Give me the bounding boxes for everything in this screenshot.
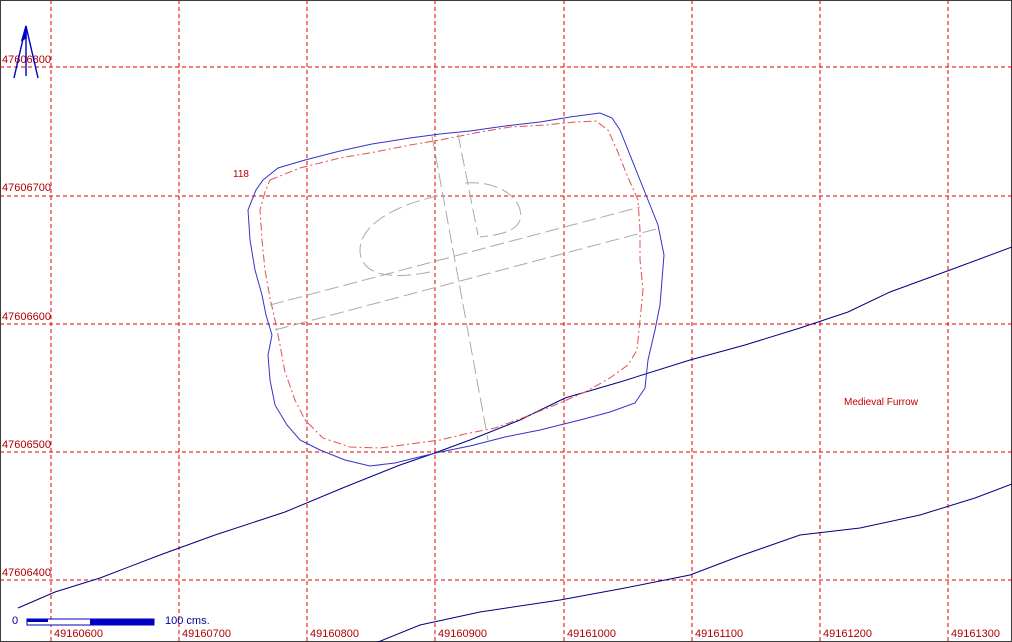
scale-bar-segment — [27, 619, 48, 622]
northing-label: 47606500 — [2, 439, 51, 451]
easting-label: 49160600 — [54, 628, 103, 640]
easting-label: 49160900 — [438, 628, 487, 640]
northing-label: 47606400 — [2, 567, 51, 579]
easting-label: 49161200 — [823, 628, 872, 640]
scale-start-label: 0 — [12, 615, 18, 627]
scale-end-label: 100 cms. — [165, 615, 210, 627]
easting-label: 49160700 — [182, 628, 231, 640]
easting-label: 49160800 — [310, 628, 359, 640]
northing-label: 47606600 — [2, 311, 51, 323]
easting-label: 49161100 — [695, 628, 743, 640]
easting-label: 49161300 — [951, 628, 1000, 640]
feature-number-label: 118 — [233, 169, 249, 180]
easting-label: 49161000 — [567, 628, 616, 640]
northing-label: 47606700 — [2, 182, 51, 194]
survey-plan: 47606800 47606700 47606600 47606500 4760… — [0, 0, 1012, 642]
map-background — [0, 0, 1012, 642]
furrow-label: Medieval Furrow — [844, 397, 919, 408]
scale-bar-fill — [90, 619, 154, 625]
